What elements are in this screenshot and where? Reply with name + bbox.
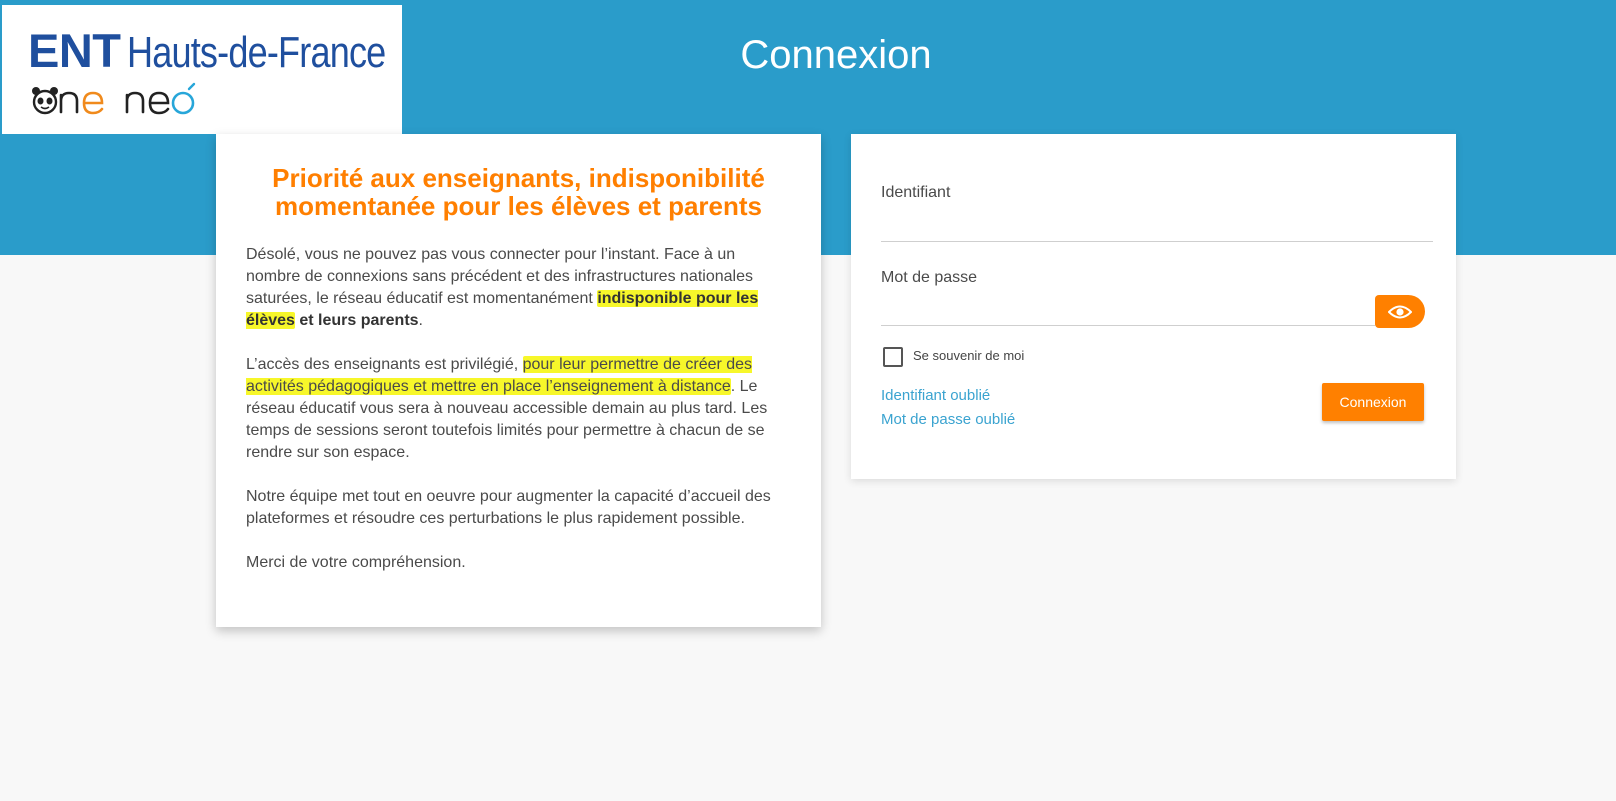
username-label: Identifiant — [881, 184, 951, 201]
notice-p1-end: . — [418, 312, 423, 329]
login-button[interactable]: Connexion — [1322, 383, 1424, 421]
notice-title: Priorité aux enseignants, indisponibilit… — [236, 164, 801, 220]
remember-me-checkbox[interactable] — [883, 347, 903, 367]
username-input[interactable] — [881, 217, 1433, 242]
notice-title-line1: Priorité aux enseignants, indisponibilit… — [272, 163, 765, 193]
password-label: Mot de passe — [881, 269, 978, 286]
notice-p2-text: L’accès des enseignants est privilégié, — [246, 356, 523, 373]
notice-paragraph-3: Notre équipe met tout en oeuvre pour aug… — [246, 488, 771, 527]
notice-p1-bold-rest: et leurs parents — [294, 312, 419, 329]
notice-paragraph-2: L’accès des enseignants est privilégié, … — [246, 354, 784, 464]
forgot-password-link[interactable]: Mot de passe oublié — [881, 411, 1015, 428]
eye-icon — [1388, 305, 1412, 318]
login-card: Identifiant Mot de passe Se souvenir de … — [851, 134, 1456, 479]
forgot-username-link[interactable]: Identifiant oublié — [881, 387, 990, 404]
remember-me-label[interactable]: Se souvenir de moi — [913, 348, 1024, 363]
notice-body: Désolé, vous ne pouvez pas vous connecte… — [246, 244, 784, 596]
one-neo-logo — [32, 82, 196, 115]
notice-paragraph-1: Désolé, vous ne pouvez pas vous connecte… — [246, 244, 784, 332]
password-input[interactable] — [881, 301, 1375, 326]
show-password-button[interactable] — [1375, 295, 1425, 328]
notice-title-line2: momentanée pour les élèves et parents — [275, 191, 762, 221]
notice-card: Priorité aux enseignants, indisponibilit… — [216, 134, 821, 627]
notice-paragraph-4: Merci de votre compréhension. — [246, 554, 466, 571]
page-title: Connexion — [740, 33, 932, 77]
